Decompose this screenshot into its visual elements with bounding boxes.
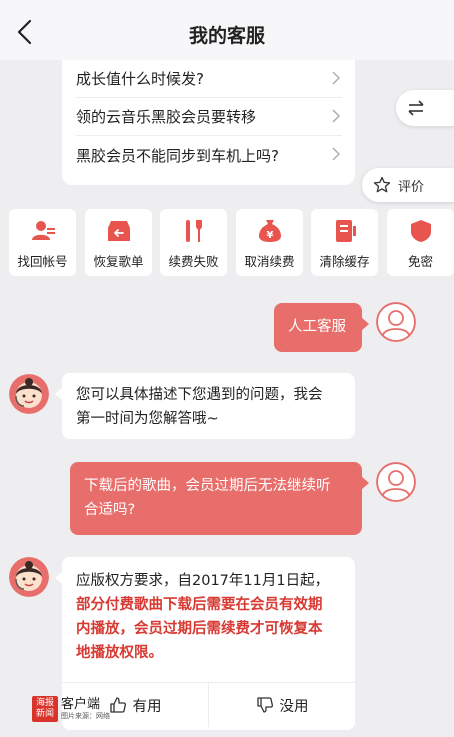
shortcut-renewal-failed[interactable]: 续费失败 xyxy=(160,209,227,276)
faq-item[interactable]: 成长值什么时候发? xyxy=(76,60,342,98)
cancel-renewal-icon: ¥ xyxy=(259,220,281,242)
user-message-bubble: 下载后的歌曲，会员过期后无法继续听 合适吗? xyxy=(70,462,369,535)
user-avatar-icon xyxy=(376,462,416,502)
bubble-tail xyxy=(361,317,369,331)
message-text: 您可以具体描述下您遇到的问题，我会 第一时间为您解答哦~ xyxy=(76,383,323,431)
useless-button[interactable]: 没用 xyxy=(209,683,355,727)
message-emphasis-line: 内播放，会员过期后需续费才可恢复本 xyxy=(76,621,323,637)
user-message-bubble: 人工客服 xyxy=(274,303,369,352)
bubble-tail xyxy=(361,476,369,490)
faq-item-label: 领的云音乐黑胶会员要转移 xyxy=(76,108,257,126)
shortcut-restore-playlist[interactable]: 恢复歌单 xyxy=(85,209,152,276)
message-text: 下载后的歌曲，会员过期后无法继续听 合适吗? xyxy=(84,474,331,522)
svg-text:¥: ¥ xyxy=(267,230,274,241)
faq-card: 成长值什么时候发? 领的云音乐黑胶会员要转移 黑胶会员不能同步到车机上吗? xyxy=(62,57,355,185)
message-line: 您可以具体描述下您遇到的问题，我会 xyxy=(76,387,323,403)
shortcut-label: 免密 xyxy=(407,254,433,269)
password-free-icon xyxy=(411,220,431,242)
shortcut-cancel-renewal[interactable]: ¥ 取消续费 xyxy=(236,209,303,276)
clear-cache-icon xyxy=(336,220,356,242)
restore-playlist-icon xyxy=(108,221,130,241)
rate-label: 评价 xyxy=(398,180,425,195)
user-avatar[interactable] xyxy=(376,462,416,502)
thumbs-down-icon xyxy=(256,697,273,713)
rate-button[interactable]: 评价 xyxy=(362,168,454,202)
shortcut-password-free[interactable]: 免密 xyxy=(387,209,454,276)
service-avatar xyxy=(9,557,49,597)
chevron-right-icon xyxy=(332,147,340,161)
message-line: 下载后的歌曲，会员过期后无法继续听 xyxy=(84,478,331,494)
message-emphasis-line: 部分付费歌曲下载后需要在会员有效期 xyxy=(76,597,323,613)
star-icon xyxy=(373,176,391,193)
shortcut-find-account[interactable]: 找回帐号 xyxy=(9,209,76,276)
shortcut-label: 恢复歌单 xyxy=(93,254,144,269)
message-emphasis-line: 地播放权限。 xyxy=(76,645,163,661)
faq-item-label: 成长值什么时候发? xyxy=(76,70,204,88)
watermark-sub: 图片来源：网络 xyxy=(61,712,110,720)
shortcut-label: 取消续费 xyxy=(244,254,295,269)
service-avatar xyxy=(9,374,49,414)
swap-arrows-icon xyxy=(408,100,424,116)
thumbs-up-icon xyxy=(109,697,126,713)
message-line: 应版权方要求，自2017年11月1日起， xyxy=(76,573,330,589)
find-account-icon xyxy=(32,221,55,240)
watermark: 海报新闻 客户端 图片来源：网络 xyxy=(32,694,110,724)
page-title: 我的客服 xyxy=(188,25,265,47)
user-avatar[interactable] xyxy=(376,302,416,342)
useful-label: 有用 xyxy=(132,698,162,715)
switch-button[interactable] xyxy=(396,90,454,126)
bubble-tail xyxy=(55,387,63,401)
message-line: 第一时间为您解答哦~ xyxy=(76,411,219,427)
watermark-text: 客户端 图片来源：网络 xyxy=(61,697,110,721)
bot-message-bubble: 您可以具体描述下您遇到的问题，我会 第一时间为您解答哦~ xyxy=(55,373,355,439)
top-bar: 我的客服 xyxy=(0,0,454,60)
shortcut-label: 找回帐号 xyxy=(17,254,68,269)
chevron-right-icon xyxy=(332,109,340,123)
faq-item[interactable]: 黑胶会员不能同步到车机上吗? xyxy=(76,136,342,174)
chevron-right-icon xyxy=(332,71,340,85)
message-text: 应版权方要求，自2017年11月1日起， 部分付费歌曲下载后需要在会员有效期 内… xyxy=(76,569,348,665)
user-avatar-icon xyxy=(376,302,416,342)
watermark-logo: 海报新闻 xyxy=(32,696,58,722)
bubble-tail xyxy=(55,571,63,585)
shortcut-label: 清除缓存 xyxy=(319,254,370,269)
faq-item[interactable]: 领的云音乐黑胶会员要转移 xyxy=(76,98,342,136)
renewal-failed-icon xyxy=(186,220,202,242)
faq-item-label: 黑胶会员不能同步到车机上吗? xyxy=(76,146,279,165)
service-agent-icon xyxy=(9,374,49,414)
useless-label: 没用 xyxy=(279,698,309,715)
message-line: 合适吗? xyxy=(84,502,136,518)
shortcut-label: 续费失败 xyxy=(168,254,219,269)
watermark-main: 客户端 xyxy=(61,697,101,712)
shortcut-clear-cache[interactable]: 清除缓存 xyxy=(311,209,378,276)
service-agent-icon xyxy=(9,557,49,597)
message-text: 人工客服 xyxy=(288,319,346,335)
